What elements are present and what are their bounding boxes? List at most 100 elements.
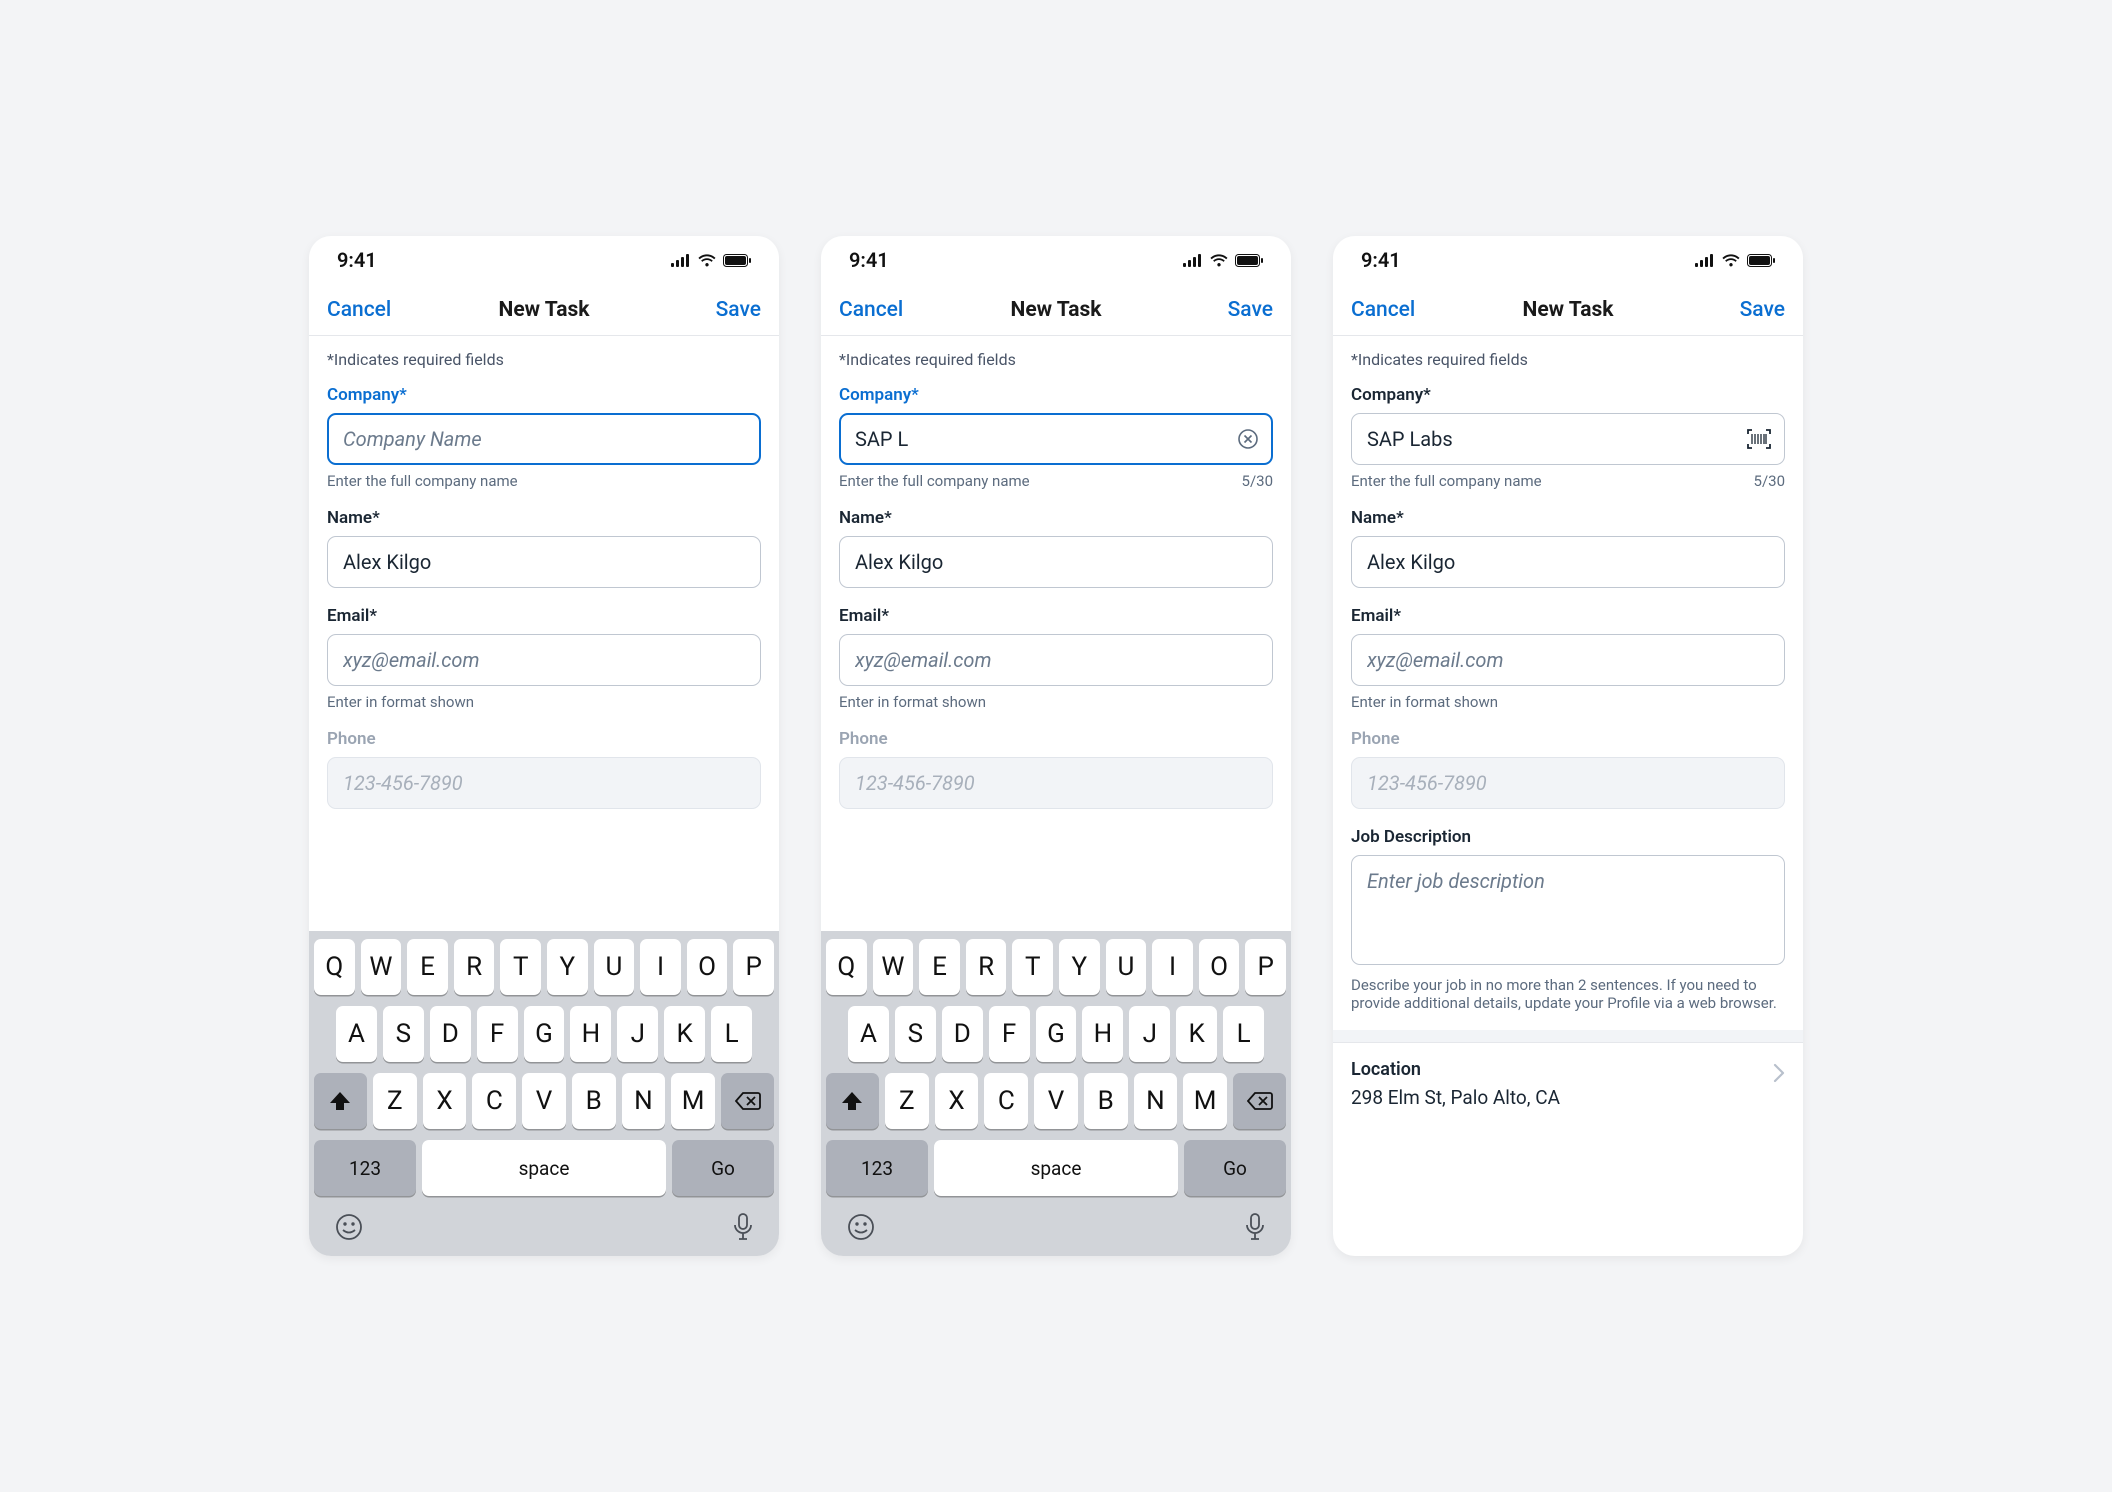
cancel-button[interactable]: Cancel	[327, 298, 407, 322]
space-key[interactable]: space	[934, 1140, 1178, 1196]
status-icons	[1695, 253, 1775, 267]
company-input[interactable]	[839, 413, 1273, 465]
job-description-input[interactable]	[1351, 855, 1785, 965]
keyboard-row-2: A S D F G H J K L	[826, 1006, 1286, 1062]
wifi-icon	[1209, 253, 1229, 267]
key-d[interactable]: D	[430, 1006, 471, 1062]
name-input[interactable]	[327, 536, 761, 588]
key-w[interactable]: W	[873, 939, 914, 995]
key-k[interactable]: K	[664, 1006, 705, 1062]
company-input[interactable]	[1351, 413, 1785, 465]
key-w[interactable]: W	[361, 939, 402, 995]
key-p[interactable]: P	[733, 939, 774, 995]
location-cell[interactable]: Location 298 Elm St, Palo Alto, CA	[1333, 1042, 1803, 1131]
key-d[interactable]: D	[942, 1006, 983, 1062]
key-v[interactable]: V	[522, 1073, 566, 1129]
key-i[interactable]: I	[640, 939, 681, 995]
name-input[interactable]	[1351, 536, 1785, 588]
key-l[interactable]: L	[711, 1006, 752, 1062]
shift-icon	[329, 1091, 351, 1111]
key-m[interactable]: M	[1183, 1073, 1227, 1129]
nav-title: New Task	[407, 298, 681, 322]
email-input[interactable]	[327, 634, 761, 686]
name-input[interactable]	[839, 536, 1273, 588]
shift-key[interactable]	[826, 1073, 879, 1129]
email-input[interactable]	[1351, 634, 1785, 686]
key-l[interactable]: L	[1223, 1006, 1264, 1062]
key-c[interactable]: C	[984, 1073, 1028, 1129]
key-o[interactable]: O	[1199, 939, 1240, 995]
key-f[interactable]: F	[989, 1006, 1030, 1062]
key-o[interactable]: O	[687, 939, 728, 995]
key-g[interactable]: G	[524, 1006, 565, 1062]
backspace-key[interactable]	[1233, 1073, 1286, 1129]
go-key[interactable]: Go	[1184, 1140, 1286, 1196]
backspace-key[interactable]	[721, 1073, 774, 1129]
key-x[interactable]: X	[935, 1073, 979, 1129]
emoji-icon[interactable]	[846, 1212, 876, 1242]
numbers-key[interactable]: 123	[826, 1140, 928, 1196]
key-k[interactable]: K	[1176, 1006, 1217, 1062]
space-key[interactable]: space	[422, 1140, 666, 1196]
key-b[interactable]: B	[1084, 1073, 1128, 1129]
key-n[interactable]: N	[622, 1073, 666, 1129]
signal-icon	[1695, 254, 1715, 267]
battery-icon	[1235, 254, 1263, 267]
key-q[interactable]: Q	[314, 939, 355, 995]
battery-icon	[723, 254, 751, 267]
key-g[interactable]: G	[1036, 1006, 1077, 1062]
key-z[interactable]: Z	[885, 1073, 929, 1129]
key-x[interactable]: X	[423, 1073, 467, 1129]
key-h[interactable]: H	[570, 1006, 611, 1062]
save-button[interactable]: Save	[1705, 298, 1785, 322]
emoji-icon[interactable]	[334, 1212, 364, 1242]
barcode-icon	[1747, 429, 1771, 449]
key-s[interactable]: S	[383, 1006, 424, 1062]
key-t[interactable]: T	[500, 939, 541, 995]
save-button[interactable]: Save	[681, 298, 761, 322]
mic-icon[interactable]	[1244, 1212, 1266, 1242]
key-p[interactable]: P	[1245, 939, 1286, 995]
key-y[interactable]: Y	[547, 939, 588, 995]
key-z[interactable]: Z	[373, 1073, 417, 1129]
shift-key[interactable]	[314, 1073, 367, 1129]
key-e[interactable]: E	[407, 939, 448, 995]
company-counter: 5/30	[1242, 472, 1273, 490]
name-field: Name*	[1351, 508, 1785, 588]
key-e[interactable]: E	[919, 939, 960, 995]
key-f[interactable]: F	[477, 1006, 518, 1062]
save-button[interactable]: Save	[1193, 298, 1273, 322]
key-r[interactable]: R	[454, 939, 495, 995]
go-key[interactable]: Go	[672, 1140, 774, 1196]
key-a[interactable]: A	[848, 1006, 889, 1062]
key-m[interactable]: M	[671, 1073, 715, 1129]
key-a[interactable]: A	[336, 1006, 377, 1062]
email-input[interactable]	[839, 634, 1273, 686]
key-v[interactable]: V	[1034, 1073, 1078, 1129]
cancel-button[interactable]: Cancel	[839, 298, 919, 322]
key-b[interactable]: B	[572, 1073, 616, 1129]
key-j[interactable]: J	[617, 1006, 658, 1062]
barcode-scan-button[interactable]	[1747, 429, 1771, 449]
key-u[interactable]: U	[594, 939, 635, 995]
key-u[interactable]: U	[1106, 939, 1147, 995]
clear-input-button[interactable]	[1237, 428, 1259, 450]
numbers-key[interactable]: 123	[314, 1140, 416, 1196]
keyboard-row-1: Q W E R T Y U I O P	[314, 939, 774, 995]
key-n[interactable]: N	[1134, 1073, 1178, 1129]
key-t[interactable]: T	[1012, 939, 1053, 995]
key-r[interactable]: R	[966, 939, 1007, 995]
name-field: Name*	[327, 508, 761, 588]
company-input[interactable]	[327, 413, 761, 465]
key-h[interactable]: H	[1082, 1006, 1123, 1062]
location-value: 298 Elm St, Palo Alto, CA	[1351, 1086, 1560, 1109]
cancel-button[interactable]: Cancel	[1351, 298, 1431, 322]
phone-field: Phone	[839, 729, 1273, 809]
key-q[interactable]: Q	[826, 939, 867, 995]
key-y[interactable]: Y	[1059, 939, 1100, 995]
key-s[interactable]: S	[895, 1006, 936, 1062]
key-j[interactable]: J	[1129, 1006, 1170, 1062]
mic-icon[interactable]	[732, 1212, 754, 1242]
key-c[interactable]: C	[472, 1073, 516, 1129]
key-i[interactable]: I	[1152, 939, 1193, 995]
